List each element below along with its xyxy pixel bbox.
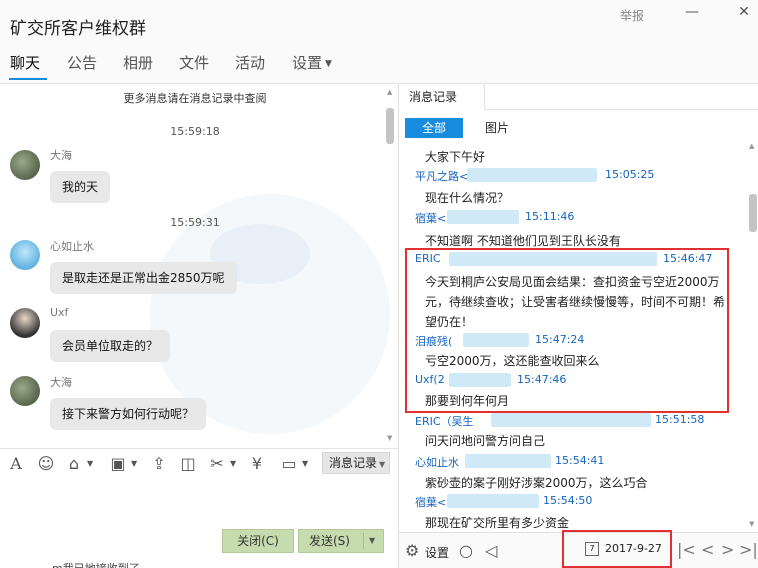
history-sender[interactable]: 平凡之路<: [415, 168, 468, 184]
first-page-icon[interactable]: |<: [677, 540, 696, 559]
history-time: 15:11:46: [525, 210, 575, 223]
redaction-blur: [467, 168, 597, 182]
avatar[interactable]: [10, 308, 40, 338]
scroll-up-icon[interactable]: ▲: [749, 142, 754, 150]
previous-page-icon[interactable]: <: [701, 540, 714, 559]
tab-activities[interactable]: 活动: [235, 52, 265, 73]
chat-panel: 更多消息请在消息记录中查阅 ▲ ▼ 15:59:18 大海 我的天 15:59:…: [0, 84, 398, 448]
history-sender[interactable]: ERIC（吴生: [415, 413, 474, 429]
shop-icon[interactable]: ⌂: [64, 454, 84, 473]
upload-icon[interactable]: ⇪: [149, 454, 169, 473]
send-button[interactable]: 发送(S) ▼: [298, 529, 384, 553]
filter-all-button[interactable]: 全部: [405, 118, 463, 138]
close-icon[interactable]: ✕: [734, 4, 754, 20]
history-message: 紫砂壶的案子刚好涉案2000万，这么巧合: [425, 476, 648, 490]
avatar[interactable]: [10, 376, 40, 406]
gear-icon[interactable]: ⚙: [405, 541, 419, 560]
send-button-label: 发送(S): [309, 534, 350, 548]
speaker-icon[interactable]: ◁: [485, 541, 497, 560]
history-sender[interactable]: 心如止水: [415, 454, 459, 470]
highlight-box: [405, 248, 729, 413]
message-bubble[interactable]: 接下来警方如何行动呢？: [50, 398, 207, 430]
tab-album[interactable]: 相册: [123, 52, 153, 73]
message-history-label: 消息记录: [329, 456, 378, 470]
history-panel: 消息记录 全部 图片 大家下午好 平凡之路< 15:05:25 现在什么情况？ …: [398, 84, 758, 568]
message-sender: 大海: [50, 149, 72, 162]
search-icon[interactable]: ○: [459, 541, 473, 560]
message-history-button[interactable]: 消息记录 ▼: [322, 452, 390, 474]
avatar[interactable]: [10, 150, 40, 180]
chevron-down-icon[interactable]: ▼: [230, 459, 236, 468]
chevron-down-icon[interactable]: ▼: [302, 459, 308, 468]
send-button-divider: [363, 533, 364, 549]
scroll-up-icon[interactable]: ▲: [387, 88, 392, 96]
message-timestamp: 15:59:31: [170, 216, 220, 229]
message-timestamp: 15:59:18: [170, 125, 220, 138]
close-button[interactable]: 关闭(C): [222, 529, 294, 553]
scissors-icon[interactable]: ✂: [207, 454, 227, 473]
more-history-notice[interactable]: 更多消息请在消息记录中查阅: [0, 90, 390, 106]
cut-off-text: m我已地接收到了: [52, 560, 140, 568]
message-bubble[interactable]: 是取走还是正常出金2850万呢: [50, 262, 237, 294]
image-icon[interactable]: ▣: [108, 454, 128, 473]
title-bar: 矿交所客户维权群 举报 — ✕: [0, 0, 758, 42]
redaction-blur: [447, 494, 539, 508]
history-message: 问天问地问警方问自己: [425, 434, 546, 448]
tab-settings-label: 设置: [292, 54, 323, 72]
date-highlight-box: [562, 530, 672, 568]
history-settings-label[interactable]: 设置: [425, 544, 449, 561]
minimize-icon[interactable]: —: [682, 4, 702, 20]
tab-announcements[interactable]: 公告: [67, 52, 97, 73]
redaction-blur: [447, 210, 519, 224]
history-sender[interactable]: 宿葉<: [415, 210, 446, 226]
tab-settings[interactable]: 设置 ▼: [292, 52, 332, 73]
history-tab-bar: 消息记录: [399, 84, 758, 110]
tab-message-history[interactable]: 消息记录: [399, 84, 485, 110]
history-time: 15:54:41: [555, 454, 605, 467]
message-bubble[interactable]: 会员单位取走的？: [50, 330, 171, 362]
history-time: 15:51:58: [655, 413, 705, 426]
message-input[interactable]: 关闭(C) 发送(S) ▼ m我已地接收到了: [0, 478, 398, 568]
filter-images-button[interactable]: 图片: [485, 118, 509, 138]
last-page-icon[interactable]: >|: [739, 540, 758, 559]
group-tabs: 聊天 公告 相册 文件 活动 设置 ▼: [0, 42, 758, 84]
redaction-blur: [491, 413, 651, 427]
avatar[interactable]: [10, 240, 40, 270]
history-message: 不知道啊 不知道他们见到王队长没有: [425, 234, 621, 248]
gift-icon[interactable]: ◫: [178, 454, 198, 473]
chevron-down-icon[interactable]: ▼: [131, 459, 137, 468]
history-time: 15:54:50: [543, 494, 593, 507]
message-sender: 心如止水: [50, 240, 94, 253]
history-time: 15:05:25: [605, 168, 655, 181]
screen-icon[interactable]: ▭: [279, 454, 299, 473]
scroll-down-icon[interactable]: ▼: [749, 520, 754, 528]
tab-files[interactable]: 文件: [179, 52, 209, 73]
history-sender[interactable]: 宿葉<: [415, 494, 446, 510]
history-message: 现在什么情况？: [425, 191, 510, 205]
chevron-down-icon[interactable]: ▼: [369, 530, 375, 552]
next-page-icon[interactable]: >: [721, 540, 734, 559]
chevron-down-icon: ▼: [325, 58, 332, 69]
chevron-down-icon: ▼: [379, 460, 386, 469]
tab-chat[interactable]: 聊天: [10, 52, 40, 73]
message-sender: 大海: [50, 376, 72, 389]
message-sender: Uxf: [50, 306, 69, 319]
report-link[interactable]: 举报: [620, 7, 644, 24]
history-message: 那现在矿交所里有多少资金: [425, 516, 570, 530]
red-packet-icon[interactable]: ¥: [247, 454, 267, 473]
redaction-blur: [465, 454, 551, 468]
chevron-down-icon[interactable]: ▼: [87, 459, 93, 468]
scroll-down-icon[interactable]: ▼: [387, 434, 392, 442]
window-title: 矿交所客户维权群: [10, 19, 146, 39]
message-bubble[interactable]: 我的天: [50, 171, 111, 203]
emoji-icon[interactable]: ☺: [36, 454, 56, 473]
history-scrollbar[interactable]: [749, 194, 757, 232]
input-toolbar: A ☺ ⌂ ▼ ▣ ▼ ⇪ ◫ ✂ ▼ ¥ ▭ ▼ 消息记录 ▼: [0, 448, 398, 478]
active-tab-indicator: [9, 78, 47, 80]
history-message: 大家下午好: [425, 150, 486, 164]
font-icon[interactable]: A: [6, 454, 26, 473]
